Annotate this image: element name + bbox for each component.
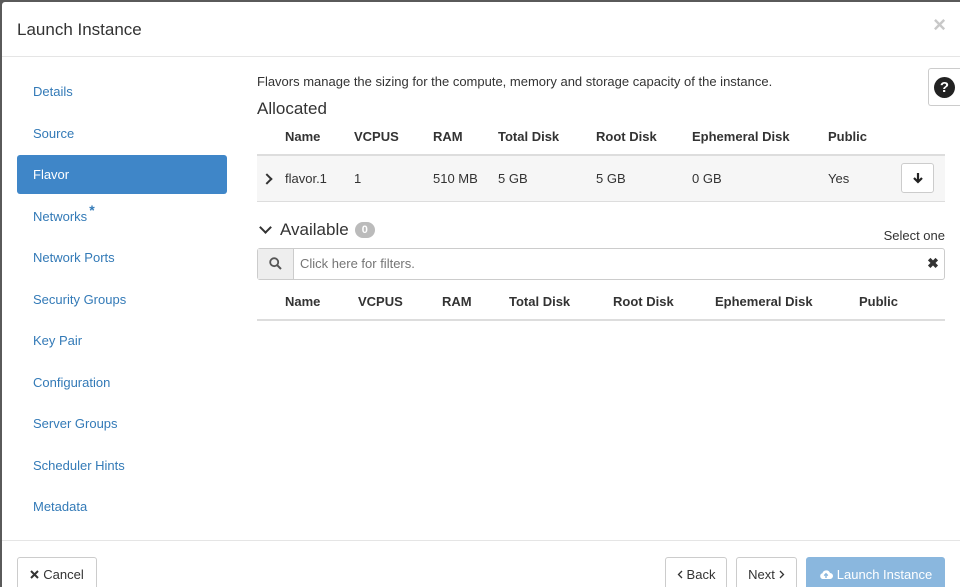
sidebar-item-network-ports[interactable]: Network Ports: [17, 238, 227, 277]
sidebar-item-label: Networks: [33, 208, 88, 224]
allocated-title: Allocated: [257, 99, 327, 118]
flavor-total-disk: 5 GB: [498, 155, 596, 202]
close-icon[interactable]: ×: [933, 14, 946, 36]
chevron-down-icon: [259, 220, 272, 234]
search-icon: [258, 248, 294, 279]
available-header: Available 0 Select one: [257, 218, 945, 248]
expand-column-header: [257, 119, 285, 156]
column-header-ephemeral-disk: Ephemeral Disk: [715, 283, 859, 321]
filter-input[interactable]: [294, 248, 922, 279]
flavor-vcpus: 1: [354, 155, 433, 202]
action-cell: [900, 155, 945, 202]
select-one-label: Select one: [883, 227, 945, 243]
help-text: Flavors manage the sizing for the comput…: [257, 74, 773, 89]
column-header-name: Name: [285, 283, 358, 321]
wizard-sidebar: Details Source Flavor Networks * Network …: [17, 72, 227, 529]
action-column-header: [900, 119, 945, 156]
back-label: Back: [686, 566, 716, 582]
allocated-table: Name VCPUS RAM Total Disk Root Disk Ephe…: [257, 119, 945, 202]
flavor-root-disk: 5 GB: [596, 155, 692, 202]
column-header-vcpus: VCPUS: [354, 119, 433, 156]
available-table: Name VCPUS RAM Total Disk Root Disk Ephe…: [257, 283, 945, 321]
sidebar-item-configuration[interactable]: Configuration: [17, 363, 227, 402]
column-header-vcpus: VCPUS: [358, 283, 442, 321]
sidebar-item-source[interactable]: Source: [17, 114, 227, 153]
flavor-public: Yes: [828, 155, 900, 202]
sidebar-item-flavor[interactable]: Flavor: [17, 155, 227, 194]
chevron-left-icon: [677, 570, 683, 578]
next-label: Next: [748, 566, 775, 582]
flavor-step-content: Flavors manage the sizing for the comput…: [257, 68, 945, 321]
column-header-root-disk: Root Disk: [596, 119, 692, 156]
deallocate-button[interactable]: [901, 163, 934, 194]
sidebar-item-security-groups[interactable]: Security Groups: [17, 280, 227, 319]
expand-cell: [257, 155, 285, 202]
filter-bar: ✖: [257, 247, 945, 280]
clear-filter-icon[interactable]: ✖: [922, 249, 944, 279]
sidebar-item-metadata[interactable]: Metadata: [17, 487, 227, 526]
launch-label: Launch Instance: [836, 566, 933, 582]
sidebar-item-label: Metadata: [33, 499, 88, 514]
flavor-ram: 510 MB: [433, 155, 498, 202]
column-header-public: Public: [828, 119, 900, 156]
column-header-ram: RAM: [442, 283, 509, 321]
expand-column-header: [257, 283, 285, 321]
sidebar-item-key-pair[interactable]: Key Pair: [17, 321, 227, 360]
modal-footer: Cancel Back Next Launch Instance: [2, 540, 960, 587]
table-header-row: Name VCPUS RAM Total Disk Root Disk Ephe…: [257, 283, 945, 321]
back-button[interactable]: Back: [665, 557, 727, 587]
sidebar-item-label: Flavor: [33, 167, 70, 182]
table-header-row: Name VCPUS RAM Total Disk Root Disk Ephe…: [257, 119, 945, 156]
arrow-down-icon: [912, 173, 923, 184]
launch-instance-button[interactable]: Launch Instance: [806, 557, 945, 587]
table-row: flavor.1 1 510 MB 5 GB 5 GB 0 GB Yes: [257, 155, 945, 202]
sidebar-item-scheduler-hints[interactable]: Scheduler Hints: [17, 446, 227, 485]
flavor-ephemeral-disk: 0 GB: [692, 155, 828, 202]
close-icon: [30, 569, 39, 579]
sidebar-item-label: Network Ports: [33, 250, 115, 265]
sidebar-item-networks[interactable]: Networks *: [17, 197, 227, 236]
next-button[interactable]: Next: [736, 557, 797, 587]
column-header-ephemeral-disk: Ephemeral Disk: [692, 119, 828, 156]
modal-header: Launch Instance ×: [2, 2, 960, 57]
sidebar-item-label: Source: [33, 125, 75, 141]
sidebar-item-label: Details: [33, 84, 73, 99]
modal-title: Launch Instance: [17, 20, 142, 39]
column-header-public: Public: [859, 283, 945, 321]
sidebar-item-server-groups[interactable]: Server Groups: [17, 404, 227, 443]
cancel-button[interactable]: Cancel: [17, 557, 97, 587]
column-header-ram: RAM: [433, 119, 498, 156]
required-marker: *: [89, 201, 95, 218]
launch-instance-modal: Launch Instance × Details Source Flavor …: [2, 2, 960, 587]
sidebar-item-label: Key Pair: [33, 333, 83, 348]
cloud-upload-icon: [820, 569, 833, 579]
column-header-root-disk: Root Disk: [613, 283, 715, 321]
sidebar-item-label: Configuration: [33, 374, 111, 390]
available-toggle[interactable]: Available 0: [257, 220, 375, 240]
available-title: Available: [280, 219, 349, 239]
column-header-total-disk: Total Disk: [509, 283, 613, 321]
sidebar-item-details[interactable]: Details: [17, 72, 227, 111]
flavor-name: flavor.1: [285, 155, 354, 202]
column-header-total-disk: Total Disk: [498, 119, 596, 156]
chevron-right-icon[interactable]: [261, 173, 273, 185]
chevron-right-icon: [779, 570, 785, 578]
sidebar-item-label: Server Groups: [33, 416, 118, 431]
cancel-label: Cancel: [43, 566, 84, 582]
sidebar-item-label: Security Groups: [33, 291, 127, 307]
sidebar-item-label: Scheduler Hints: [33, 457, 125, 473]
available-count-badge: 0: [354, 221, 375, 238]
column-header-name: Name: [285, 119, 354, 156]
